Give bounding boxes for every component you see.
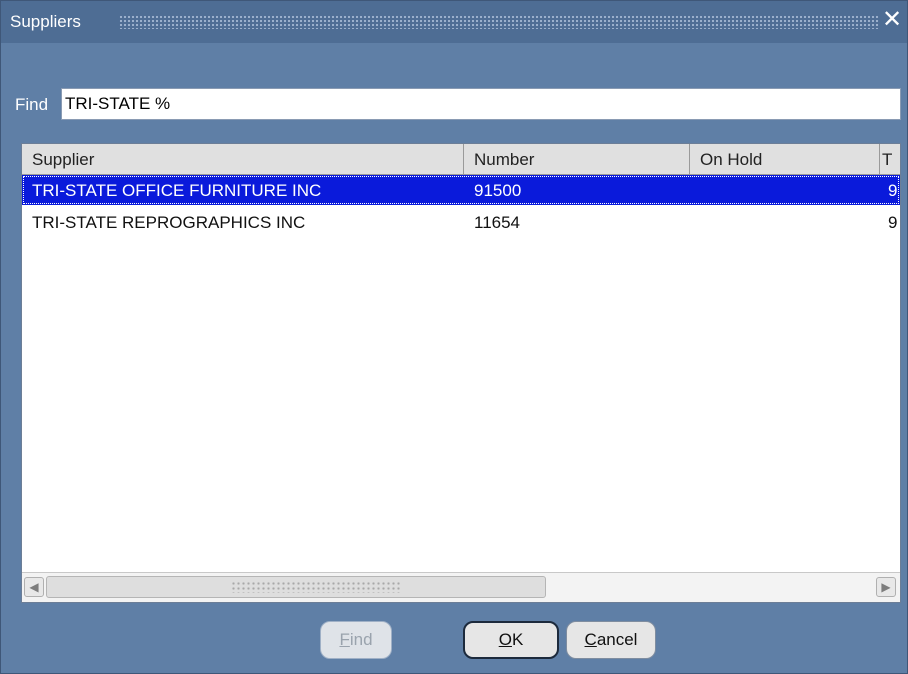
column-header-row: Supplier Number On Hold T [22,144,900,175]
column-header-truncated[interactable]: T [880,144,900,174]
title-grip-pattern [119,15,879,29]
scroll-left-icon[interactable]: ◀ [24,577,44,597]
scroll-thumb[interactable] [46,576,546,598]
cell-number: 91500 [474,181,522,200]
column-header-number[interactable]: Number [464,144,690,174]
ok-button[interactable]: OK [463,621,559,659]
ok-mnemonic: O [498,630,512,649]
scroll-right-icon[interactable]: ▶ [876,577,896,597]
cell-truncated: 9 [888,181,898,200]
window-title: Suppliers [10,12,81,31]
cell-supplier: TRI-STATE REPROGRAPHICS INC [32,213,306,232]
suppliers-dialog: Suppliers ✕ Find Supplier Number On Hold… [0,0,908,674]
cell-supplier: TRI-STATE OFFICE FURNITURE INC [32,181,322,200]
thumb-grip-pattern [231,581,401,593]
cancel-button[interactable]: Cancel [566,621,656,659]
table-row[interactable]: TRI-STATE REPROGRAPHICS INC 11654 9 [22,207,900,237]
ok-button-label: K [511,630,524,649]
cell-truncated: 9 [888,213,898,232]
horizontal-scrollbar[interactable]: ◀ ▶ [22,572,900,602]
find-label: Find [15,95,49,114]
find-mnemonic: F [339,630,350,649]
results-list: Supplier Number On Hold T TRI-STATE OFFI… [21,143,901,603]
find-button-label: ind [349,630,373,649]
close-icon[interactable]: ✕ [881,8,903,32]
cancel-mnemonic: C [584,630,597,649]
cancel-button-label: ancel [596,630,638,649]
cell-number: 11654 [474,213,521,232]
table-row[interactable]: TRI-STATE OFFICE FURNITURE INC 91500 9 [22,175,900,205]
title-bar[interactable]: Suppliers ✕ [1,1,907,43]
column-header-on-hold[interactable]: On Hold [690,144,880,174]
find-button[interactable]: Find [320,621,392,659]
column-header-supplier[interactable]: Supplier [22,144,464,174]
find-input[interactable] [61,88,901,120]
